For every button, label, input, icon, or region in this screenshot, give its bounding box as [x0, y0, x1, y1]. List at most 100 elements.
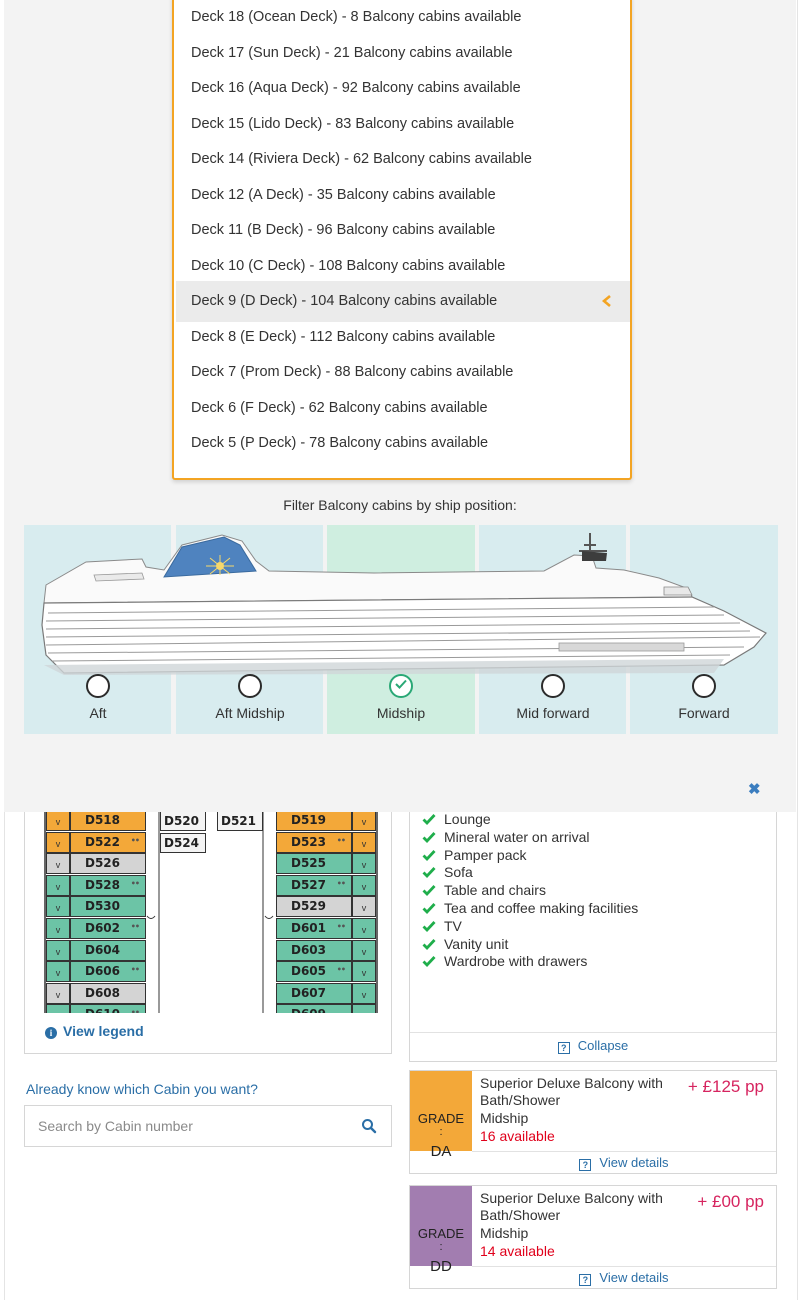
cabin-D604[interactable]: D604 — [70, 939, 146, 961]
grade-colon: : — [439, 1241, 443, 1253]
view-details-link[interactable]: ? View details — [472, 1270, 776, 1286]
deck-plan-panel: D518 v D522 •• v D526 v D528 •• v D530 v D602 •• v D604… — [24, 780, 392, 1054]
checkmark-icon — [422, 938, 436, 950]
twin-bed-icon: •• — [130, 1008, 140, 1013]
sea-view-marker: v — [46, 874, 70, 896]
grade-name: Superior Deluxe Balcony with Bath/Shower — [480, 1075, 663, 1108]
checkmark-icon — [422, 814, 436, 825]
twin-bed-icon: •• — [130, 878, 140, 888]
amenity-label: TV — [444, 917, 462, 934]
position-label-aft-midship: Aft Midship — [215, 705, 285, 721]
twin-bed-icon: •• — [130, 965, 140, 975]
checkmark-icon — [422, 903, 436, 914]
cabin-number: D519 — [291, 813, 327, 827]
sea-view-marker: v — [46, 939, 70, 961]
deck-option-label: Deck 18 (Ocean Deck) - 8 Balcony cabins … — [191, 9, 522, 25]
twin-bed-icon: •• — [336, 835, 346, 845]
checkmark-icon — [422, 956, 436, 968]
radio-aft[interactable] — [86, 674, 110, 698]
cabin-number: D526 — [85, 856, 121, 871]
amenity-label: Wardrobe with drawers — [444, 953, 588, 970]
deck-option-label: Deck 17 (Sun Deck) - 21 Balcony cabins a… — [191, 44, 513, 61]
sea-view-marker: v — [46, 918, 70, 939]
cabin-D610[interactable]: D610 •• — [70, 1004, 146, 1013]
cabin-D520[interactable]: D520 — [160, 811, 206, 831]
cabin-number: D601 — [291, 921, 327, 935]
deck-option-label: Deck 5 (P Deck) - 78 Balcony cabins avai… — [191, 435, 489, 451]
cabin-D607[interactable]: D607 — [276, 982, 352, 1004]
cabin-D524[interactable]: D524 — [160, 833, 206, 853]
view-legend-link[interactable]: i View legend — [45, 1023, 144, 1039]
grade-card-da[interactable]: GRADE : DA Superior Deluxe Balcony with … — [409, 1070, 777, 1174]
checkmark-icon — [422, 885, 436, 897]
view-details-label: View details — [599, 1270, 669, 1285]
deck-option[interactable]: Deck 5 (P Deck) - 78 Balcony cabins avai… — [176, 423, 630, 464]
view-details-link[interactable]: ? View details — [472, 1155, 776, 1171]
sea-view-marker: v — [46, 810, 70, 831]
deck-dropdown-list: Deck 18 (Ocean Deck) - 8 Balcony cabins … — [172, 0, 632, 480]
cabin-D609[interactable]: D609 — [276, 1004, 352, 1013]
cabin-D529[interactable]: D529 — [276, 896, 352, 918]
close-icon[interactable]: ✖ — [748, 780, 761, 798]
sea-view-marker: v — [46, 961, 70, 983]
twin-bed-icon: •• — [336, 922, 346, 931]
cabin-D605[interactable]: D605 •• — [276, 961, 352, 983]
grade-position: Midship — [480, 1110, 529, 1126]
sea-view-marker: v — [46, 1004, 70, 1013]
sea-view-marker: v — [352, 810, 376, 831]
radio-forward[interactable] — [692, 674, 716, 698]
position-filter-title: Filter Balcony cabins by ship position: — [283, 497, 517, 513]
cabin-D526[interactable]: D526 — [70, 853, 146, 875]
sea-view-marker: v — [352, 831, 376, 853]
sea-view-marker: v — [352, 961, 376, 983]
cabin-D603[interactable]: D603 — [276, 939, 352, 961]
divider — [472, 1151, 776, 1152]
grade-price: + £00 pp — [697, 1192, 764, 1211]
cabin-D606[interactable]: D606 •• — [70, 961, 146, 983]
sea-view-marker: v — [352, 1004, 376, 1013]
cabin-D602[interactable]: D602 •• — [70, 918, 146, 939]
cabin-D525[interactable]: D525 — [276, 853, 352, 875]
sea-view-marker: v — [352, 853, 376, 875]
cabin-D523[interactable]: D523 •• — [276, 831, 352, 853]
cabin-D519[interactable]: D519 — [276, 810, 352, 831]
cabin-D528[interactable]: D528 •• — [70, 874, 146, 896]
collapse-label: Collapse — [577, 1038, 629, 1053]
radio-midship[interactable] — [389, 674, 413, 698]
position-label-midship: Midship — [376, 705, 426, 721]
position-label-aft: Aft — [89, 705, 107, 721]
cabin-D518[interactable]: D518 — [70, 810, 146, 831]
cabin-search-input[interactable] — [36, 1116, 336, 1136]
cabin-D522[interactable]: D522 •• — [70, 831, 146, 853]
cabin-amenities-panel: Lounge Mineral water on arrival Pamper pac… — [409, 780, 777, 1062]
cabin-D601[interactable]: D601 •• — [276, 918, 352, 939]
radio-mid-forward[interactable] — [541, 674, 565, 698]
twin-bed-icon: •• — [336, 878, 346, 888]
deck-plan-map: D518 v D522 •• v D526 v D528 •• v D530 v D602 •• v D604… — [25, 781, 391, 1013]
cabin-search-heading: Already know which Cabin you want? — [26, 1081, 258, 1097]
cabin-D530[interactable]: D530 — [70, 896, 146, 918]
search-icon[interactable] — [361, 1118, 377, 1134]
cabin-number: D523 — [291, 834, 327, 849]
cabin-D608[interactable]: D608 — [70, 982, 146, 1004]
help-icon: ? — [579, 1159, 592, 1171]
deck-option-label: Deck 10 (C Deck) - 108 Balcony cabins av… — [191, 257, 506, 274]
deck-option-label: Deck 16 (Aqua Deck) - 92 Balcony cabins … — [191, 80, 521, 96]
grade-code: DA — [430, 1143, 452, 1160]
deck-option-label: Deck 11 (B Deck) - 96 Balcony cabins ava… — [191, 222, 496, 238]
sea-view-marker: v — [46, 896, 70, 918]
cabin-number: D518 — [85, 813, 121, 827]
cabin-number: D603 — [291, 942, 327, 957]
grade-badge: GRADE : DD — [410, 1186, 472, 1275]
position-label-forward: Forward — [678, 705, 730, 721]
grade-badge: GRADE : DA — [410, 1071, 472, 1160]
collapse-link[interactable]: ? Collapse — [410, 1038, 776, 1054]
sea-view-marker: v — [352, 896, 376, 918]
cabin-search-box[interactable] — [24, 1105, 392, 1147]
position-label-mid-forward: Mid forward — [516, 705, 590, 721]
grade-card-dd[interactable]: GRADE : DD Superior Deluxe Balcony with … — [409, 1185, 777, 1289]
cabin-number: D609 — [291, 1007, 326, 1013]
cabin-D521[interactable]: D521 — [217, 811, 263, 831]
cabin-D527[interactable]: D527 •• — [276, 874, 352, 896]
radio-aft-midship[interactable] — [238, 674, 262, 698]
